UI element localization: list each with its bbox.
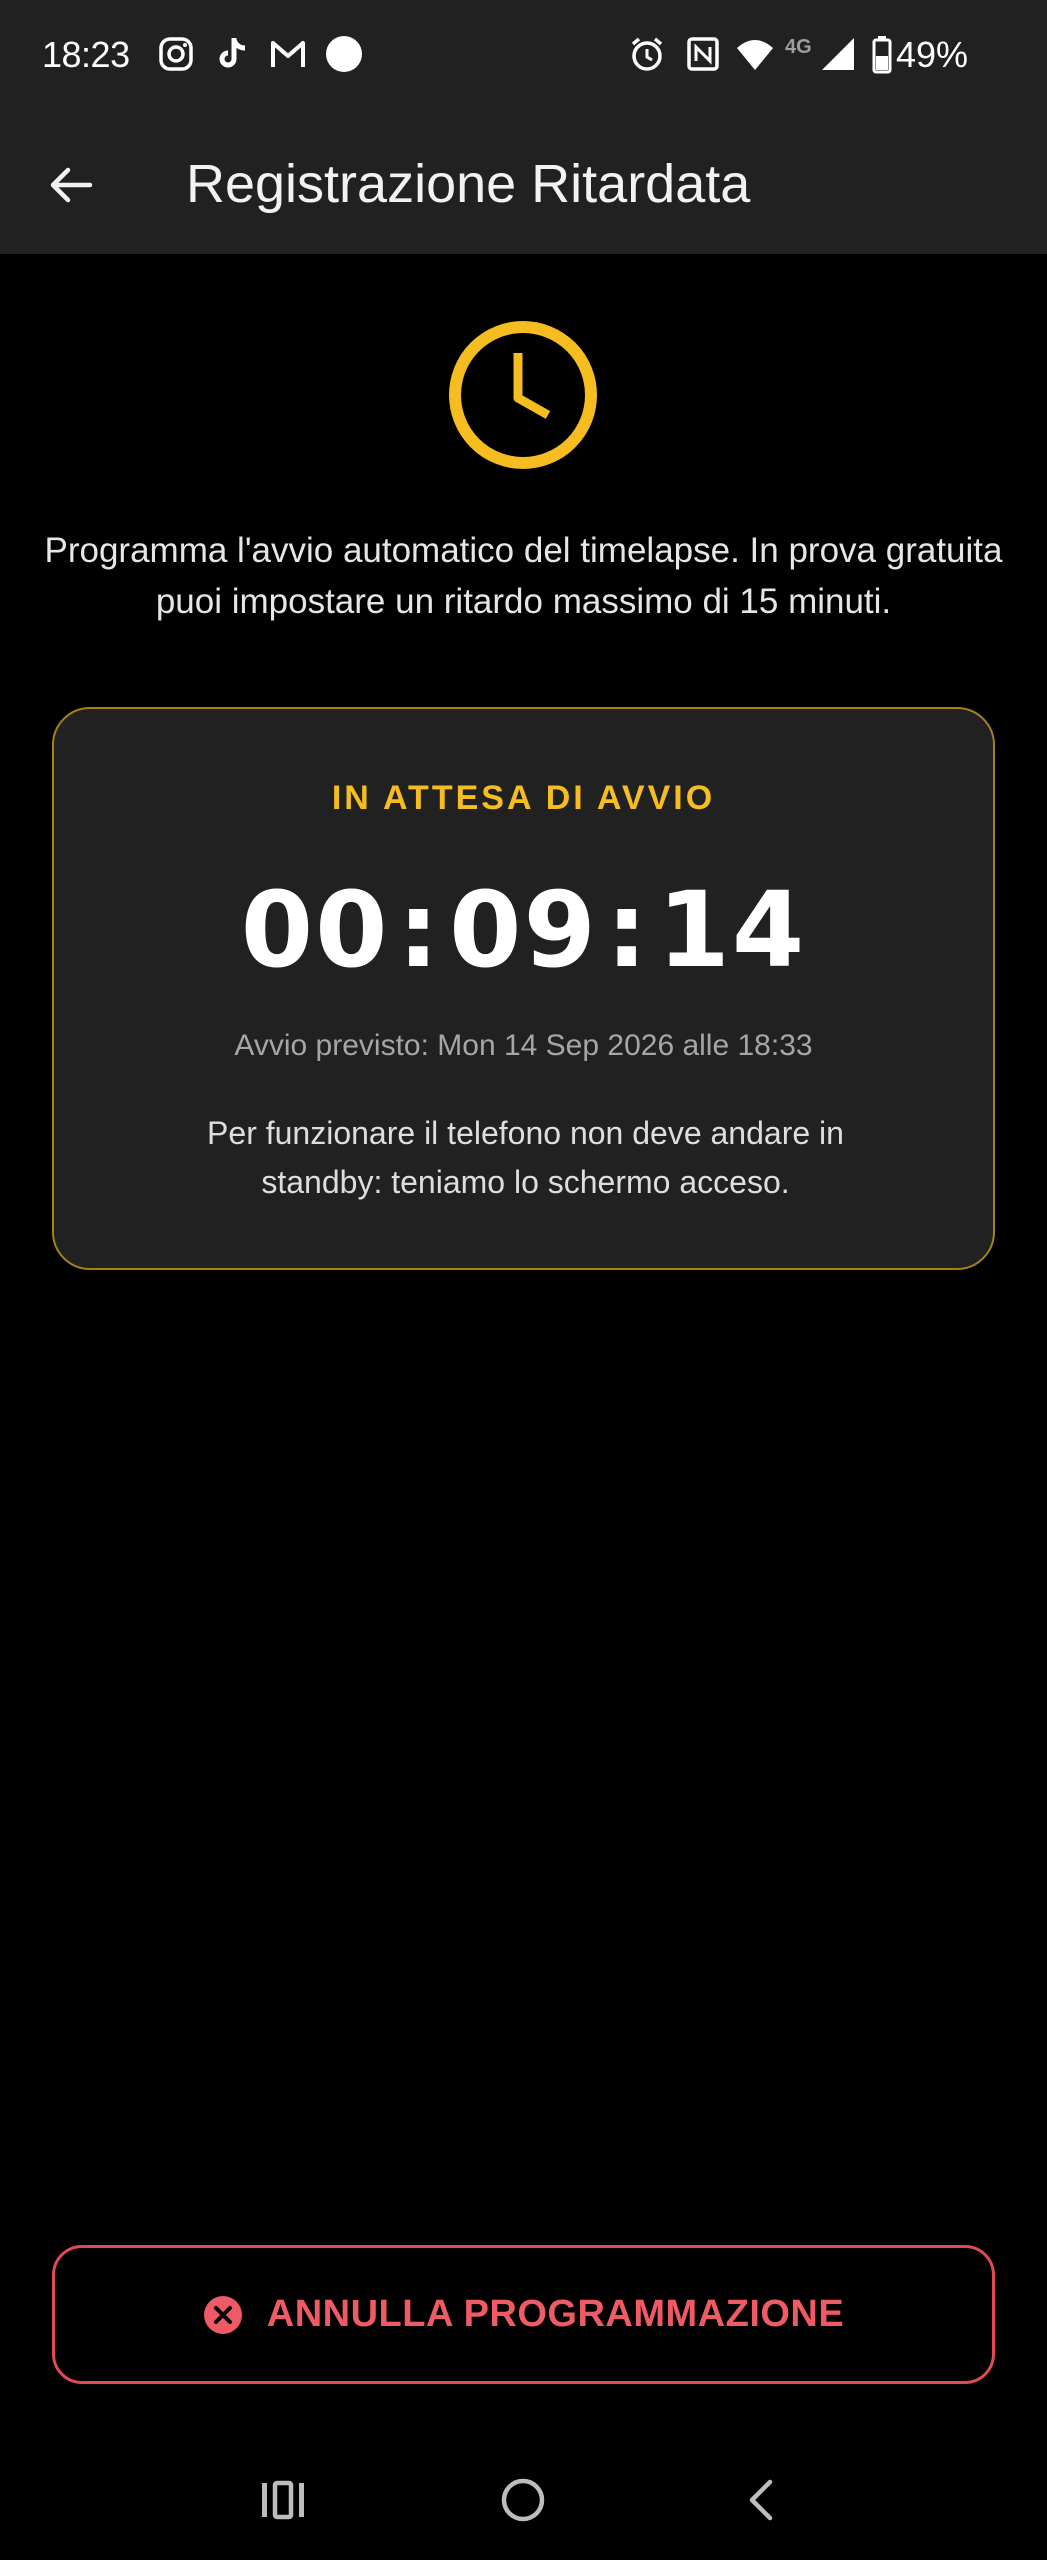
instagram-icon	[156, 34, 196, 74]
nfc-icon	[683, 34, 723, 74]
scheduled-start-info: Avvio previsto: Mon 14 Sep 2026 alle 18:…	[234, 1029, 813, 1062]
dot-icon	[324, 34, 364, 74]
recents-icon	[262, 2480, 304, 2520]
countdown-timer: 00:09:14	[54, 869, 993, 991]
clock-icon	[448, 320, 598, 470]
back-icon	[749, 2479, 773, 2521]
cancel-button-label: ANNULLA PROGRAMMAZIONE	[266, 2293, 845, 2335]
home-icon	[501, 2478, 545, 2522]
recents-button[interactable]	[248, 2465, 318, 2535]
intro-text: Programma l'avvio automatico del timelap…	[44, 531, 1003, 621]
countdown-hours: 00	[240, 869, 390, 991]
countdown-card: IN ATTESA DI AVVIO 00:09:14 Avvio previs…	[52, 707, 995, 1270]
status-bar: 18:23 4G 49%	[0, 0, 1047, 112]
cancel-schedule-button[interactable]: ANNULLA PROGRAMMAZIONE	[52, 2245, 995, 2384]
app-bar: Registrazione Ritardata	[0, 112, 1047, 254]
countdown-separator: :	[605, 869, 650, 991]
status-label: IN ATTESA DI AVVIO	[331, 779, 716, 817]
home-button[interactable]	[488, 2465, 558, 2535]
close-circle-icon	[203, 2295, 242, 2334]
back-button[interactable]	[36, 150, 106, 220]
page-title: Registrazione Ritardata	[186, 154, 751, 214]
wifi-icon	[735, 34, 775, 74]
standby-note: Per funzionare il telefono non deve anda…	[207, 1115, 844, 1200]
nav-back-button[interactable]	[727, 2465, 797, 2535]
system-nav-bar	[0, 2440, 1047, 2560]
screen: 18:23 4G 49% Registrazione Ritardata Pro…	[0, 0, 1047, 2560]
countdown-seconds: 14	[657, 869, 807, 991]
alarm-icon	[627, 34, 667, 74]
gmail-icon	[268, 34, 308, 74]
tiktok-icon	[212, 34, 252, 74]
countdown-minutes: 09	[449, 869, 598, 991]
arrow-left-icon	[50, 167, 93, 203]
signal-icon	[818, 34, 858, 74]
status-time: 18:23	[42, 34, 130, 75]
network-type: 4G	[785, 36, 812, 58]
countdown-separator: :	[397, 869, 442, 991]
battery-level: 49%	[896, 34, 969, 75]
